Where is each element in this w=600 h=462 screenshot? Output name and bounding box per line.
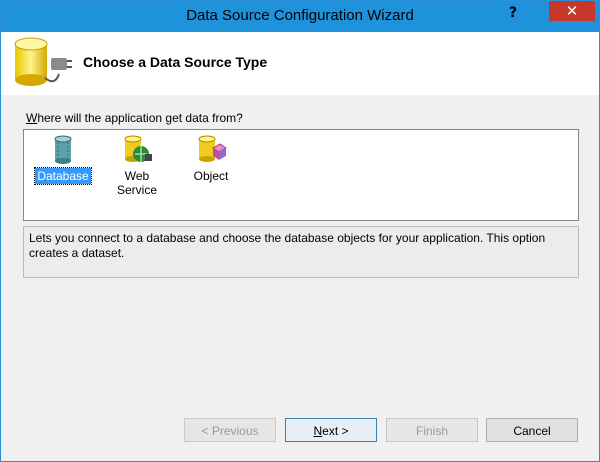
web-service-icon [124, 135, 152, 162]
wizard-header: Choose a Data Source Type [1, 32, 599, 95]
database-icon [54, 135, 72, 164]
help-button[interactable]: ? [503, 5, 523, 23]
source-prompt: Where will the application get data from… [26, 111, 243, 125]
cancel-button[interactable]: Cancel [486, 418, 578, 442]
source-description: Lets you connect to a database and choos… [23, 226, 579, 278]
previous-button[interactable]: < Previous [184, 418, 276, 442]
wizard-window: Data Source Configuration Wizard ? ✕ Cho… [0, 0, 600, 462]
data-source-list[interactable]: Database Web Service Object [23, 129, 579, 221]
source-label: Object [193, 169, 229, 183]
database-plug-icon [14, 37, 72, 86]
source-item-database[interactable]: Database [28, 134, 98, 185]
page-heading: Choose a Data Source Type [83, 54, 268, 70]
finish-button[interactable]: Finish [386, 418, 478, 442]
object-icon [198, 135, 227, 162]
next-label: ext > [322, 424, 349, 438]
source-item-web-service[interactable]: Web Service [102, 134, 172, 198]
source-item-object[interactable]: Object [176, 134, 246, 184]
next-mnemonic: N [313, 424, 323, 438]
close-button[interactable]: ✕ [549, 1, 595, 21]
source-label: Database [34, 167, 92, 185]
title-bar: Data Source Configuration Wizard ? ✕ [1, 1, 599, 32]
prompt-mnemonic: W [26, 111, 38, 125]
next-button[interactable]: Next > [285, 418, 377, 442]
prompt-text: here will the application get data from? [37, 111, 243, 125]
source-label: Web Service [116, 169, 157, 197]
